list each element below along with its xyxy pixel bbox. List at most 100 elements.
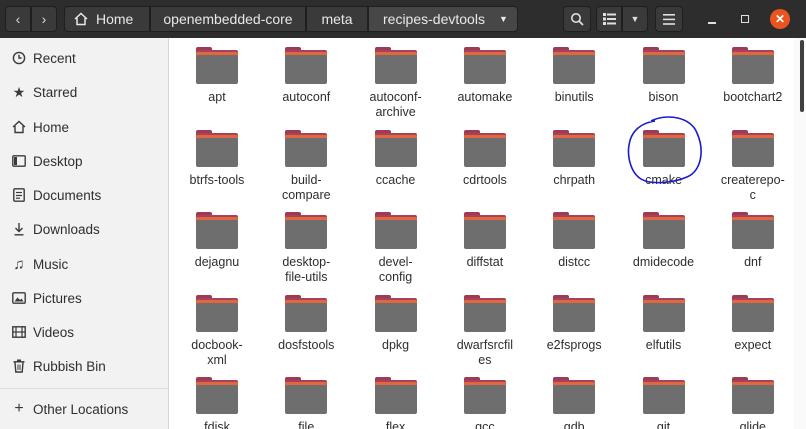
folder-icon <box>463 294 506 332</box>
sidebar-item-label: Recent <box>33 50 76 66</box>
folder-label: bison <box>623 90 705 105</box>
breadcrumb-home[interactable]: Home <box>64 6 150 32</box>
folder-item[interactable]: cdrtools <box>444 129 526 188</box>
folder-item[interactable]: diffstat <box>444 211 526 270</box>
folder-item[interactable]: cmake <box>623 115 705 188</box>
forward-button[interactable]: › <box>31 6 57 32</box>
folder-item[interactable]: build-compare <box>265 129 347 203</box>
folder-icon <box>374 376 417 414</box>
folder-item[interactable]: bootchart2 <box>712 46 794 105</box>
folder-item[interactable]: dosfstools <box>265 294 347 353</box>
folder-item[interactable]: apt <box>176 46 258 105</box>
folder-item[interactable]: ccache <box>355 129 437 188</box>
scrollbar-thumb[interactable] <box>800 40 804 112</box>
breadcrumb-openembedded-core[interactable]: openembedded-core <box>150 6 306 32</box>
folder-label-line: dpkg <box>382 337 410 352</box>
breadcrumb-label: meta <box>321 11 353 27</box>
sidebar-item-desktop[interactable]: Desktop <box>0 146 169 176</box>
folder-item[interactable]: fdisk <box>176 376 258 429</box>
folder-item[interactable]: bison <box>623 46 705 105</box>
folder-icon <box>463 211 506 249</box>
folder-label-line: git <box>656 420 671 429</box>
folder-item[interactable]: binutils <box>533 46 615 105</box>
search-button[interactable] <box>563 6 591 32</box>
folder-label-line: autoconf <box>282 90 331 104</box>
folder-item[interactable]: dpkg <box>355 294 437 353</box>
folder-icon <box>642 294 685 332</box>
sidebar-item-home[interactable]: Home <box>0 112 169 142</box>
breadcrumb-recipes-devtools[interactable]: recipes-devtools ▼ <box>368 6 518 32</box>
folder-label: flex <box>355 420 437 429</box>
folder-item[interactable]: chrpath <box>533 129 615 188</box>
folder-item[interactable]: dwarfsrcfil es <box>444 294 526 368</box>
folder-item[interactable]: dnf <box>712 211 794 270</box>
folder-icon <box>374 46 417 84</box>
folder-label-line: chrpath <box>553 172 596 187</box>
folder-label: binutils <box>533 90 615 105</box>
folder-label: git <box>623 420 705 429</box>
sidebar-item-downloads[interactable]: Downloads <box>0 214 169 244</box>
folder-item[interactable]: dmidecode <box>623 211 705 270</box>
folder-label-line: binutils <box>554 90 594 104</box>
folder-label-line: build- <box>291 172 322 187</box>
sidebar-item-starred[interactable]: ★ Starred <box>0 77 169 107</box>
folder-label-line: file <box>298 420 315 429</box>
folder-item[interactable]: autoconf-archive <box>355 46 437 120</box>
folder-item[interactable]: docbook-xml <box>176 294 258 368</box>
sidebar-item-other-locations[interactable]: + Other Locations <box>0 394 169 424</box>
folder-icon <box>642 376 685 414</box>
folder-label-line: es <box>478 352 492 367</box>
sidebar-item-documents[interactable]: Documents <box>0 180 169 210</box>
breadcrumb-meta[interactable]: meta <box>306 6 368 32</box>
folder-item[interactable]: distcc <box>533 211 615 270</box>
caret-down-icon: ▼ <box>630 14 640 24</box>
folder-icon <box>285 46 328 84</box>
maximize-icon <box>741 15 749 23</box>
home-icon <box>11 119 27 135</box>
folder-label: fdisk <box>176 420 258 429</box>
folder-icon <box>374 294 417 332</box>
folder-item[interactable]: devel-config <box>355 211 437 285</box>
folder-item[interactable]: e2fsprogs <box>533 294 615 353</box>
menu-button[interactable] <box>655 6 683 32</box>
folder-icon <box>553 294 596 332</box>
folder-label: elfutils <box>623 338 705 353</box>
folder-label-line: dejagnu <box>194 255 240 269</box>
folder-item[interactable]: elfutils <box>623 294 705 353</box>
folder-item[interactable]: glide <box>712 376 794 429</box>
folder-label-line: xml <box>207 352 227 367</box>
folder-item[interactable]: gcc <box>444 376 526 429</box>
folder-item[interactable]: autoconf <box>265 46 347 105</box>
folder-icon <box>731 294 774 332</box>
minimize-button[interactable] <box>700 6 724 32</box>
breadcrumb-label: recipes-devtools <box>383 11 485 27</box>
folder-item[interactable]: flex <box>355 376 437 429</box>
folder-item[interactable]: desktop-file-utils <box>265 211 347 285</box>
file-grid: apt autoconf autoconf-archive automake binut… <box>170 38 794 429</box>
sidebar-item-pictures[interactable]: Pictures <box>0 283 169 313</box>
back-button[interactable]: ‹ <box>5 6 31 32</box>
folder-item[interactable]: automake <box>444 46 526 105</box>
view-options-button[interactable]: ▼ <box>622 6 648 32</box>
maximize-button[interactable] <box>733 6 757 32</box>
sidebar-item-rubbish-bin[interactable]: Rubbish Bin <box>0 351 169 381</box>
folder-item[interactable]: expect <box>712 294 794 353</box>
close-button[interactable]: ✕ <box>770 9 790 29</box>
sidebar-item-recent[interactable]: Recent <box>0 43 169 73</box>
sidebar-item-videos[interactable]: Videos <box>0 317 169 347</box>
view-toggle-button[interactable] <box>596 6 622 32</box>
folder-item[interactable]: git <box>623 376 705 429</box>
folder-label-line: bison <box>648 90 679 104</box>
folder-item[interactable]: dejagnu <box>176 211 258 270</box>
folder-item[interactable]: btrfs-tools <box>176 129 258 188</box>
folder-item[interactable]: file <box>265 376 347 429</box>
search-icon <box>571 13 584 26</box>
star-icon: ★ <box>12 83 26 100</box>
list-view-icon <box>602 13 616 25</box>
folder-label-line: autoconf- <box>369 90 422 104</box>
sidebar-item-music[interactable]: ♫ Music <box>0 249 169 279</box>
sidebar-item-label: Music <box>33 256 69 272</box>
folder-item[interactable]: gdb <box>533 376 615 429</box>
folder-item[interactable]: createrepo-c <box>712 129 794 203</box>
folder-label-line: archive <box>375 105 416 119</box>
